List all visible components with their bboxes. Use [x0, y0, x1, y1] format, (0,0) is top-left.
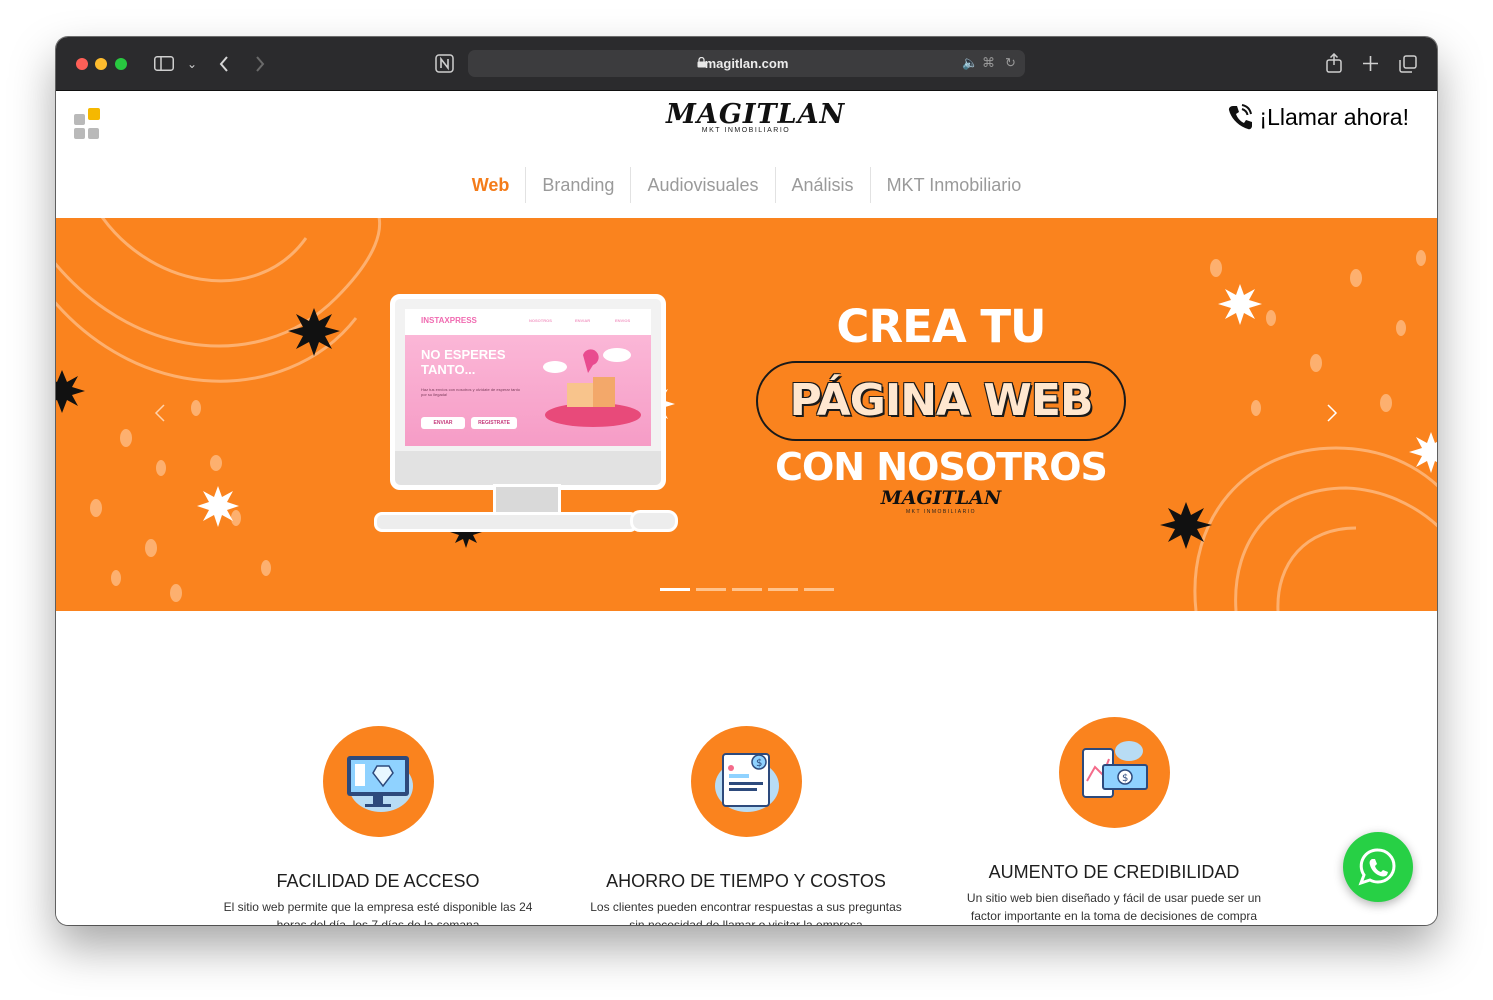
slider-dot-3[interactable]	[732, 588, 762, 591]
site-logo[interactable]: MAGITLAN MKT INMOBILIARIO	[666, 99, 846, 134]
mockup-nav-1: NOSOTROS	[529, 318, 552, 323]
minimize-window-button[interactable]	[95, 58, 107, 70]
feature-savings-badge: $	[690, 726, 802, 837]
close-window-button[interactable]	[76, 58, 88, 70]
website-page: MAGITLAN MKT INMOBILIARIO ¡Llamar ahora!…	[56, 91, 1437, 925]
mockup-send-button: ENVIAR	[421, 417, 465, 429]
feature-credibility-badge: $	[1058, 717, 1170, 828]
nav-item-audiovisuales[interactable]: Audiovisuales	[630, 167, 774, 203]
menu-grid-icon[interactable]	[74, 108, 102, 139]
sidebar-icon[interactable]	[154, 56, 174, 71]
money-chart-icon: $	[1081, 741, 1148, 798]
svg-text:$: $	[756, 758, 762, 769]
monitor-diamond-icon	[346, 756, 413, 812]
mockup-nav-3: ENVIOS	[615, 318, 631, 323]
mockup-headline: NO ESPERES TANTO...	[421, 347, 506, 377]
notion-icon[interactable]	[435, 54, 454, 73]
reload-icon[interactable]: ↻	[1005, 55, 1016, 71]
feature-savings: $ AHORRO DE TIEMPO Y COSTOS Los clientes…	[586, 726, 906, 925]
back-icon[interactable]	[219, 56, 229, 72]
call-now-label: ¡Llamar ahora!	[1259, 103, 1409, 130]
slider-dot-1[interactable]	[660, 588, 690, 591]
address-bar[interactable]: magitlan.com 🔈 ⌘ ↻	[468, 50, 1025, 77]
speaker-icon[interactable]: 🔈	[962, 55, 978, 71]
hero-slider[interactable]: INSTAXPRESS NOSOTROS ENVIAR ENVIOS NO ES…	[56, 218, 1437, 611]
hero-line-2: PÁGINA WEB	[756, 361, 1126, 441]
feature-credibility-title: AUMENTO DE CREDIBILIDAD	[988, 862, 1240, 882]
gift-illustration	[543, 348, 641, 427]
monitor-mockup: INSTAXPRESS NOSOTROS ENVIAR ENVIOS NO ES…	[390, 294, 666, 490]
browser-window: ⌄ magitlan.com 🔈 ⌘ ↻ MAGITLAN MKT INMOBI…	[56, 37, 1437, 925]
svg-text:$: $	[1122, 773, 1128, 784]
browser-toolbar: ⌄ magitlan.com 🔈 ⌘ ↻	[56, 37, 1437, 91]
hero-logo: MAGITLAN	[880, 487, 1002, 509]
chevron-down-icon[interactable]: ⌄	[187, 55, 197, 73]
feature-savings-text: Los clientes pueden encontrar respuestas…	[590, 900, 902, 925]
tab-overview-icon[interactable]	[1399, 55, 1417, 73]
zoom-window-button[interactable]	[115, 58, 127, 70]
monitor-screen: INSTAXPRESS NOSOTROS ENVIAR ENVIOS NO ES…	[405, 309, 651, 446]
mockup-navbar: INSTAXPRESS NOSOTROS ENVIAR ENVIOS	[405, 309, 651, 331]
mockup-register-button: REGISTRATE	[471, 417, 517, 429]
feature-access: FACILIDAD DE ACCESO El sitio web permite…	[218, 726, 538, 925]
mockup-brand: INSTAXPRESS	[421, 316, 477, 325]
forward-icon[interactable]	[255, 56, 265, 72]
nav-item-web[interactable]: Web	[456, 167, 526, 203]
phone-icon	[1229, 104, 1253, 130]
nav-item-analisis[interactable]: Análisis	[774, 167, 870, 203]
slider-prev-icon[interactable]	[154, 403, 166, 423]
mockup-hero: NO ESPERES TANTO... Haz tus envíos con n…	[405, 335, 651, 446]
hero-line-3: CON NOSOTROS	[775, 445, 1108, 489]
feature-access-text: El sitio web permite que la empresa esté…	[223, 900, 533, 925]
slider-indicators	[660, 588, 834, 591]
call-now-link[interactable]: ¡Llamar ahora!	[1227, 103, 1409, 131]
hero-logo-subtitle: MKT INMOBILIARIO	[905, 509, 977, 515]
slider-dot-2[interactable]	[696, 588, 726, 591]
translate-icon[interactable]: ⌘	[982, 55, 995, 71]
keyboard-mockup	[374, 512, 638, 532]
share-icon[interactable]	[1326, 53, 1342, 73]
feature-savings-title: AHORRO DE TIEMPO Y COSTOS	[606, 871, 886, 891]
invoice-icon: $	[714, 753, 779, 812]
slider-dot-5[interactable]	[804, 588, 834, 591]
url-text: magitlan.com	[704, 56, 789, 71]
new-tab-icon[interactable]	[1363, 56, 1378, 71]
whatsapp-button[interactable]	[1343, 832, 1413, 902]
slider-dot-4[interactable]	[768, 588, 798, 591]
feature-credibility-text: Un sitio web bien diseñado y fácil de us…	[966, 891, 1262, 923]
feature-access-title: FACILIDAD DE ACCESO	[276, 871, 480, 891]
slider-next-icon[interactable]	[1326, 403, 1338, 423]
hero-title: CREA TU PÁGINA WEB CON NOSOTROS MAGITLAN…	[746, 300, 1136, 515]
hero-line-1: CREA TU	[836, 300, 1046, 353]
mouse-mockup	[630, 510, 678, 532]
logo-text: MAGITLAN	[666, 99, 846, 130]
monitor-chin	[395, 451, 661, 485]
whatsapp-icon	[1358, 848, 1396, 886]
feature-credibility: $ AUMENTO DE CREDIBILIDAD Un sitio web b…	[954, 717, 1274, 925]
nav-item-mkt-inmobiliario[interactable]: MKT Inmobiliario	[869, 167, 1038, 203]
nav-item-branding[interactable]: Branding	[525, 167, 630, 203]
feature-access-badge	[322, 726, 434, 837]
mockup-nav-2: ENVIAR	[575, 318, 591, 323]
service-nav: Web Branding Audiovisuales Análisis MKT …	[56, 166, 1437, 204]
mockup-text: Haz tus envíos con nosotros y olvídate d…	[421, 387, 520, 397]
